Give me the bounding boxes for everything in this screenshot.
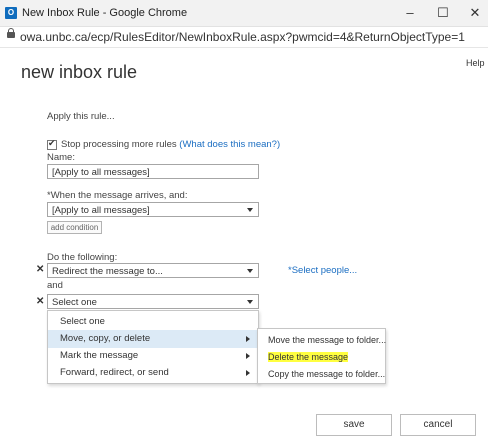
lock-icon xyxy=(7,28,15,38)
when-arrives-label: *When the message arrives, and: xyxy=(47,190,188,201)
outlook-icon: O xyxy=(5,7,17,19)
dropdown-item-forward-redirect-send[interactable]: Forward, redirect, or send xyxy=(48,364,258,382)
condition-select[interactable]: [Apply to all messages] xyxy=(47,202,259,217)
and-label: and xyxy=(47,280,63,291)
condition-select-value: [Apply to all messages] xyxy=(52,205,150,216)
stop-processing-label: Stop processing more rules xyxy=(61,139,177,150)
minimize-button[interactable]: – xyxy=(400,4,420,22)
name-input[interactable]: [Apply to all messages] xyxy=(47,164,259,179)
dropdown-item-label: Move, copy, or delete xyxy=(60,333,151,344)
dropdown-item-label: Mark the message xyxy=(60,350,139,361)
add-condition-button[interactable]: add condition xyxy=(47,221,102,234)
window-titlebar: O New Inbox Rule - Google Chrome – ☐ ✕ xyxy=(0,0,488,27)
cancel-button[interactable]: cancel xyxy=(400,414,476,436)
address-bar[interactable]: owa.unbc.ca/ecp/RulesEditor/NewInboxRule… xyxy=(0,27,488,48)
action-select-value: Redirect the message to... xyxy=(52,266,163,277)
chevron-down-icon xyxy=(247,208,253,212)
highlighted-label: Delete the message xyxy=(268,352,349,362)
select-people-link[interactable]: *Select people... xyxy=(288,265,357,276)
submenu-item-move-to-folder[interactable]: Move the message to folder... xyxy=(258,331,386,349)
name-label: Name: xyxy=(47,152,75,163)
save-button[interactable]: save xyxy=(316,414,392,436)
chevron-right-icon xyxy=(246,353,250,359)
window-title: New Inbox Rule - Google Chrome xyxy=(22,7,188,19)
dropdown-item-select-one[interactable]: Select one xyxy=(48,313,258,331)
submenu-item-copy-to-folder[interactable]: Copy the message to folder... xyxy=(258,365,385,383)
apply-rule-label: Apply this rule... xyxy=(47,111,115,122)
maximize-button[interactable]: ☐ xyxy=(433,4,453,22)
chevron-right-icon xyxy=(246,336,250,342)
dropdown-item-label: Forward, redirect, or send xyxy=(60,367,169,378)
stop-processing-checkbox[interactable] xyxy=(47,138,57,150)
remove-action-icon[interactable]: ✕ xyxy=(36,264,44,275)
url-text[interactable]: owa.unbc.ca/ecp/RulesEditor/NewInboxRule… xyxy=(20,30,465,44)
remove-action-icon[interactable]: ✕ xyxy=(36,296,44,307)
second-action-select-value: Select one xyxy=(52,297,97,308)
submenu-item-delete-message[interactable]: Delete the message xyxy=(258,348,385,366)
do-following-label: Do the following: xyxy=(47,252,118,263)
chevron-right-icon xyxy=(246,370,250,376)
close-button[interactable]: ✕ xyxy=(465,4,485,22)
stop-processing-row: Stop processing more rules (What does th… xyxy=(61,139,280,150)
action-select[interactable]: Redirect the message to... xyxy=(47,263,259,278)
action-dropdown-menu: Select one Move, copy, or delete Mark th… xyxy=(47,310,259,384)
dropdown-item-move-copy-delete[interactable]: Move, copy, or delete xyxy=(48,330,258,348)
page-title: new inbox rule xyxy=(21,62,138,82)
move-copy-delete-submenu: Move the message to folder... Delete the… xyxy=(257,328,386,384)
second-action-select[interactable]: Select one xyxy=(47,294,259,309)
help-link[interactable]: Help xyxy=(466,58,485,68)
dropdown-item-mark-message[interactable]: Mark the message xyxy=(48,347,258,365)
what-does-this-mean-link[interactable]: (What does this mean?) xyxy=(179,139,280,150)
chevron-down-icon xyxy=(247,269,253,273)
chevron-down-icon xyxy=(247,300,253,304)
